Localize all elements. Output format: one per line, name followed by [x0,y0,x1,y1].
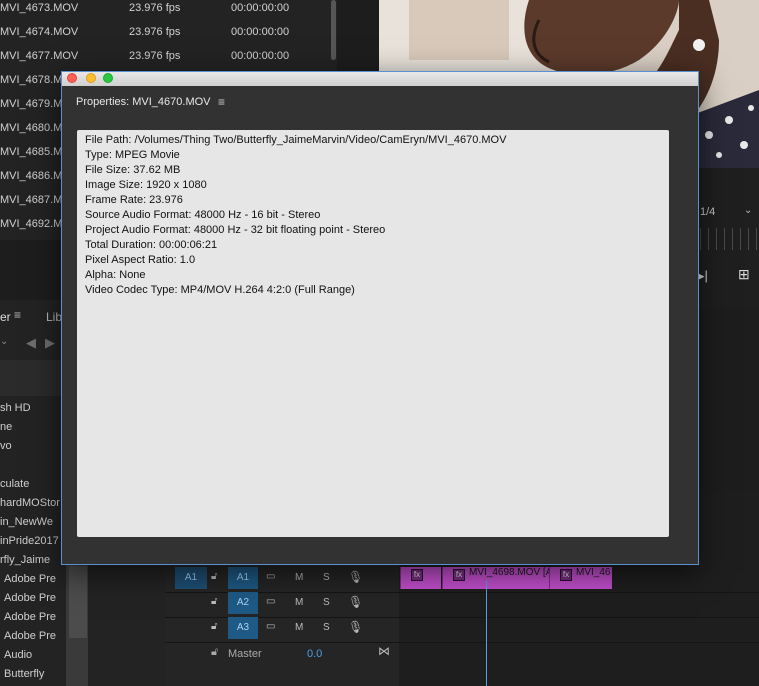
track-target-toggle[interactable]: A1 [228,567,258,589]
property-line: Source Audio Format: 48000 Hz - 16 bit -… [85,209,321,221]
list-item[interactable]: inPride2017 [0,535,66,547]
list-item[interactable]: culate [0,478,66,490]
voiceover-record-icon[interactable]: ▭ [266,621,275,632]
media-start: 00:00:00:00 [231,26,290,38]
property-line: File Size: 37.62 MB [85,164,181,176]
property-line: Pixel Aspect Ratio: 1.0 [85,254,196,266]
list-item[interactable]: Adobe Pre [4,630,70,642]
mute-track-button[interactable]: M [295,622,303,633]
export-frame-icon[interactable]: ⊞ [738,266,750,283]
lock-icon[interactable]: 🔓︎ [211,596,217,607]
list-item[interactable]: vo [0,440,66,452]
time-ruler[interactable] [700,228,759,250]
clip-name: MVI_4673.MOV [0,2,79,14]
property-line: Alpha: None [85,269,146,281]
clip-name: MVI_4686.M [0,170,63,182]
solo-track-button[interactable]: S [323,622,330,633]
tab-libraries[interactable]: Lib [46,310,62,324]
media-start: 00:00:00:00 [231,2,290,14]
clip-name: MVI_4687.M [0,194,63,206]
voiceover-record-icon[interactable]: ▭ [266,596,275,607]
property-line: File Path: /Volumes/Thing Two/Butterfly_… [85,134,507,146]
property-line: Total Duration: 00:00:06:21 [85,239,218,251]
list-item[interactable]: Adobe Pre [4,573,70,585]
property-line: Frame Rate: 23.976 [85,194,183,206]
mute-track-button[interactable]: M [295,597,303,608]
list-item[interactable]: MVI_4674.MOV 23.976 fps 00:00:00:00 [0,21,337,45]
panel-menu-icon[interactable]: ≡ [218,95,225,109]
lock-icon[interactable]: 🔓︎ [211,621,217,632]
voiceover-record-icon[interactable]: ▭ [266,571,275,582]
media-start: 00:00:00:00 [231,50,290,62]
resolution-select[interactable]: 1/4 [700,206,715,218]
solo-track-button[interactable]: S [323,572,330,583]
arrow-left-icon[interactable]: ◀ [26,335,36,351]
list-item[interactable]: Adobe Pre [4,592,70,604]
clip-name: MVI_4698.MOV [A [469,567,549,578]
frame-rate: 23.976 fps [129,2,181,14]
list-item[interactable]: Butterfly [4,668,70,680]
microphone-icon[interactable]: 🎙︎ [348,620,363,634]
master-track-label: Master [228,648,262,660]
close-window-button[interactable] [67,73,77,83]
list-item[interactable]: rfly_Jaime [0,554,66,566]
property-line: Type: MPEG Movie [85,149,180,161]
properties-text: File Path: /Volumes/Thing Two/Butterfly_… [85,133,506,298]
clip-name: MVI_46 [576,567,611,578]
audio-clip[interactable]: fx MVI_4698.MOV [A [442,567,549,589]
clip-name: MVI_4677.MOV [0,50,79,62]
clip-name: MVI_4678.M [0,74,63,86]
list-item[interactable]: MVI_4677.MOV 23.976 fps 00:00:00:00 [0,45,337,69]
clip-name: MVI_4674.MOV [0,26,79,38]
fx-badge: fx [453,569,465,581]
clip-name: MVI_4692.M [0,218,63,230]
fx-badge: fx [411,569,423,581]
microphone-icon[interactable]: 🎙︎ [348,570,363,584]
arrow-right-icon[interactable]: ▶ [45,335,55,351]
lock-icon[interactable]: 🔓︎ [211,571,217,582]
mute-track-button[interactable]: M [295,572,303,583]
playhead[interactable] [486,580,487,686]
frame-rate: 23.976 fps [129,26,181,38]
list-item[interactable]: MVI_4673.MOV 23.976 fps 00:00:00:00 [0,0,337,21]
properties-title: Properties: MVI_4670.MOV [76,96,211,108]
go-to-end-icon[interactable]: ⋈ [378,644,390,658]
maximize-window-button[interactable] [103,73,113,83]
solo-track-button[interactable]: S [323,597,330,608]
chevron-down-icon[interactable]: ⌄ [744,205,752,216]
project-scrollbar[interactable] [331,0,336,60]
clip-name: MVI_4680.M [0,122,63,134]
panel-menu-icon[interactable]: ≡ [14,308,21,322]
list-item[interactable]: sh HD [0,402,66,414]
list-item[interactable]: Audio [4,649,70,661]
minimize-window-button[interactable] [86,73,96,83]
list-item[interactable]: Adobe Pre [4,611,70,623]
chevron-down-icon[interactable]: ⌄ [0,336,8,347]
list-item[interactable]: hardMOStor [0,497,66,509]
source-patch-toggle[interactable]: A1 [175,567,207,589]
master-volume-value[interactable]: 0.0 [307,648,322,660]
clip-name: MVI_4679.M [0,98,63,110]
track-target-toggle[interactable]: A3 [228,617,258,639]
window-titlebar[interactable] [62,72,698,86]
list-item[interactable]: ne [0,421,66,433]
tab-media-browser[interactable]: er [0,310,11,324]
left-scrollbar-thumb[interactable] [69,566,87,638]
clip-name: MVI_4685.M [0,146,63,158]
property-line: Video Codec Type: MP4/MOV H.264 4:2:0 (F… [85,284,355,296]
audio-clip[interactable]: fx MVI_46 [549,567,612,589]
audio-clip[interactable]: fx [400,567,441,589]
lock-icon[interactable]: 🔓︎ [211,646,218,659]
property-line: Image Size: 1920 x 1080 [85,179,207,191]
microphone-icon[interactable]: 🎙︎ [348,595,363,609]
property-line: Project Audio Format: 48000 Hz - 32 bit … [85,224,386,236]
fx-badge: fx [560,569,572,581]
frame-rate: 23.976 fps [129,50,181,62]
insert-icon[interactable]: ▸| [698,268,708,284]
list-item[interactable]: in_NewWe [0,516,66,528]
track-target-toggle[interactable]: A2 [228,592,258,614]
